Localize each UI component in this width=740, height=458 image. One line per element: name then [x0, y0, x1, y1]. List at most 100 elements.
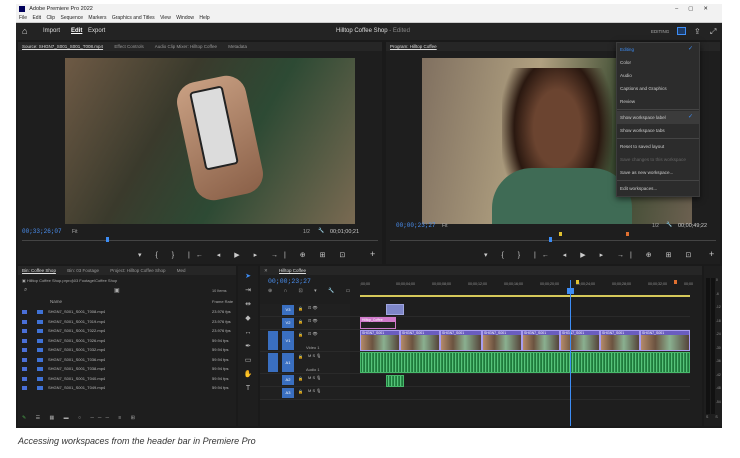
source-resolution[interactable]: 1/2 [303, 229, 310, 235]
lock-icon[interactable]: 🔒 [298, 319, 303, 324]
video-clip[interactable]: SHGN7_S001 [560, 330, 600, 351]
col-frame-rate-header[interactable]: Frame Rate [212, 299, 233, 304]
track-target-button[interactable] [268, 305, 278, 315]
color-label-swatch[interactable] [22, 319, 27, 324]
menu-sequence[interactable]: Sequence [60, 15, 83, 21]
selection-tool-icon[interactable]: ➤ [238, 270, 258, 284]
show-workspace-label-item[interactable]: Show workspace label ✓ [617, 111, 699, 124]
save-new-workspace-item[interactable]: Save as new workspace... [617, 166, 699, 179]
video-clip[interactable]: SHGN7_S001 [360, 330, 400, 351]
mute-icon[interactable]: M S 🎙 [308, 388, 321, 393]
timeline-playhead[interactable] [570, 280, 571, 426]
lock-icon[interactable]: 🔒 [298, 332, 303, 337]
list-item[interactable]: SHGN7_S001_S001_T036.mp4 59.94 fps [18, 355, 236, 365]
color-label-swatch[interactable] [22, 338, 27, 343]
track-target-button[interactable] [268, 318, 278, 328]
tab-metadata[interactable]: Metadata [228, 44, 247, 49]
tab-edit[interactable]: Edit [71, 23, 82, 40]
source-fit-select[interactable]: Fit [72, 229, 78, 235]
program-wrench-icon[interactable]: 🔧 [666, 222, 672, 228]
video-clip[interactable]: SHGN7_S001 [640, 330, 690, 351]
video-clip[interactable]: SHGN7_S001 [600, 330, 640, 351]
razor-tool-icon[interactable]: ◆ [238, 312, 258, 326]
timeline-close-icon[interactable]: ✕ [264, 268, 269, 273]
track-id[interactable]: V2 [282, 318, 294, 328]
workspace-item-editing[interactable]: Editing ✓ [617, 43, 699, 56]
meter-solo-right[interactable]: S [715, 415, 720, 419]
minimize-button[interactable]: – [675, 6, 688, 12]
tab-bin-coffee[interactable]: Bin: Coffee Shop [22, 268, 56, 273]
fullscreen-icon[interactable]: ⤢ [710, 23, 716, 40]
program-fit-select[interactable]: Fit [442, 223, 448, 229]
menu-graphics[interactable]: Graphics and Titles [112, 15, 155, 21]
eye-icon[interactable]: ⊡ 👁 [308, 318, 318, 323]
tab-bin-footage[interactable]: Bin: 03 Footage [67, 268, 99, 273]
video-clip[interactable]: SHGN7_S001 [482, 330, 522, 351]
video-clip[interactable]: SHGN7_S001 [440, 330, 482, 351]
home-icon[interactable]: ⌂ [22, 23, 27, 40]
work-area-bar[interactable] [360, 295, 690, 297]
track-id[interactable]: A1 [282, 353, 294, 372]
video-clip[interactable]: SHGN7_S001 [400, 330, 440, 351]
menu-window[interactable]: Window [176, 15, 194, 21]
pen-tool-icon[interactable]: ✒ [238, 340, 258, 354]
mute-icon[interactable]: M S 🎙 [308, 353, 321, 358]
track-target-button[interactable] [268, 388, 278, 398]
ripple-edit-icon[interactable]: ⇹ [238, 298, 258, 312]
track-id[interactable]: A3 [282, 388, 294, 398]
edit-workspaces-item[interactable]: Edit workspaces... [617, 182, 699, 195]
col-name-header[interactable]: Name [50, 299, 62, 304]
program-add-button[interactable]: + [709, 249, 714, 259]
list-item[interactable]: SHGN7_S001_S001_T040.mp4 59.94 fps [18, 374, 236, 384]
track-target-button[interactable] [268, 353, 278, 372]
program-resolution[interactable]: 1/2 [652, 223, 659, 229]
rectangle-tool-icon[interactable]: ▭ [238, 354, 258, 368]
workspaces-icon[interactable] [677, 27, 686, 35]
menu-view[interactable]: View [160, 15, 171, 21]
tab-program[interactable]: Program: Hilltop Coffee [390, 44, 437, 49]
lock-icon[interactable]: 🔒 [298, 306, 303, 311]
eye-icon[interactable]: ⊡ 👁 [308, 305, 318, 310]
menu-edit[interactable]: Edit [32, 15, 41, 21]
new-bin-icon[interactable]: ▣ [114, 287, 120, 294]
tab-sequence[interactable]: Hilltop Coffee [279, 268, 306, 273]
color-label-swatch[interactable] [22, 329, 27, 333]
lock-icon[interactable]: 🔒 [298, 389, 303, 394]
menu-clip[interactable]: Clip [46, 15, 55, 21]
timeline-ruler[interactable]: ;00;00 00;00;04;00 00;00;08;00 00;00;12;00 0… [360, 280, 693, 294]
workspace-label[interactable]: EDITING [651, 23, 669, 40]
tab-project[interactable]: Project: Hilltop Coffee Shop [110, 268, 165, 273]
color-label-swatch[interactable] [22, 310, 27, 314]
source-scrub-bar[interactable] [22, 240, 378, 241]
workspace-item-captions[interactable]: Captions and Graphics [617, 82, 699, 95]
track-id[interactable]: V1 [282, 331, 294, 350]
track-select-icon[interactable]: ⇥ [238, 284, 258, 298]
mute-icon[interactable]: M S 🎙 [308, 375, 321, 380]
menu-help[interactable]: Help [199, 15, 209, 21]
workspace-item-review[interactable]: Review [617, 95, 699, 108]
meter-solo-left[interactable]: S [706, 415, 711, 419]
close-button[interactable]: ✕ [703, 6, 718, 12]
list-item[interactable]: SHGN7_S001_S001_T049.mp4 59.94 fps [18, 383, 236, 393]
list-item[interactable]: SHGN7_S001_S001_T032.mp4 59.94 fps [18, 345, 236, 355]
menu-file[interactable]: File [19, 15, 27, 21]
color-label-swatch[interactable] [22, 357, 27, 362]
show-workspace-tabs-item[interactable]: Show workspace tabs [617, 124, 699, 137]
audio-clip-a1[interactable] [360, 352, 690, 373]
program-playhead[interactable] [549, 237, 552, 242]
hand-tool-icon[interactable]: ✋ [238, 368, 258, 382]
tab-effect-controls[interactable]: Effect Controls [114, 44, 143, 49]
wrench-icon[interactable]: 🔧 [318, 228, 324, 234]
list-item[interactable]: SHGN7_S001_S001_T038.mp4 59.94 fps [18, 364, 236, 374]
menu-markers[interactable]: Markers [88, 15, 106, 21]
source-playhead[interactable] [106, 237, 109, 242]
list-item[interactable]: SHGN7_S001_S001_T019.mp4 23.976 fps [18, 317, 236, 327]
program-transport-controls[interactable]: ▾ { } |← ◂ ▶ ▸ →| ⊕ ⊞ ⊡ [484, 251, 697, 259]
maximize-button[interactable]: ▢ [688, 6, 703, 12]
reset-layout-item[interactable]: Reset to saved layout [617, 140, 699, 153]
tab-import[interactable]: Import [43, 23, 60, 40]
eye-icon[interactable]: ⊡ 👁 [308, 331, 318, 336]
timeline-timecode[interactable]: 00;00;23;27 [268, 278, 311, 285]
list-item[interactable]: SHGN7_S001_S001_T008.mp4 23.976 fps [18, 307, 236, 317]
tab-export[interactable]: Export [88, 23, 105, 40]
